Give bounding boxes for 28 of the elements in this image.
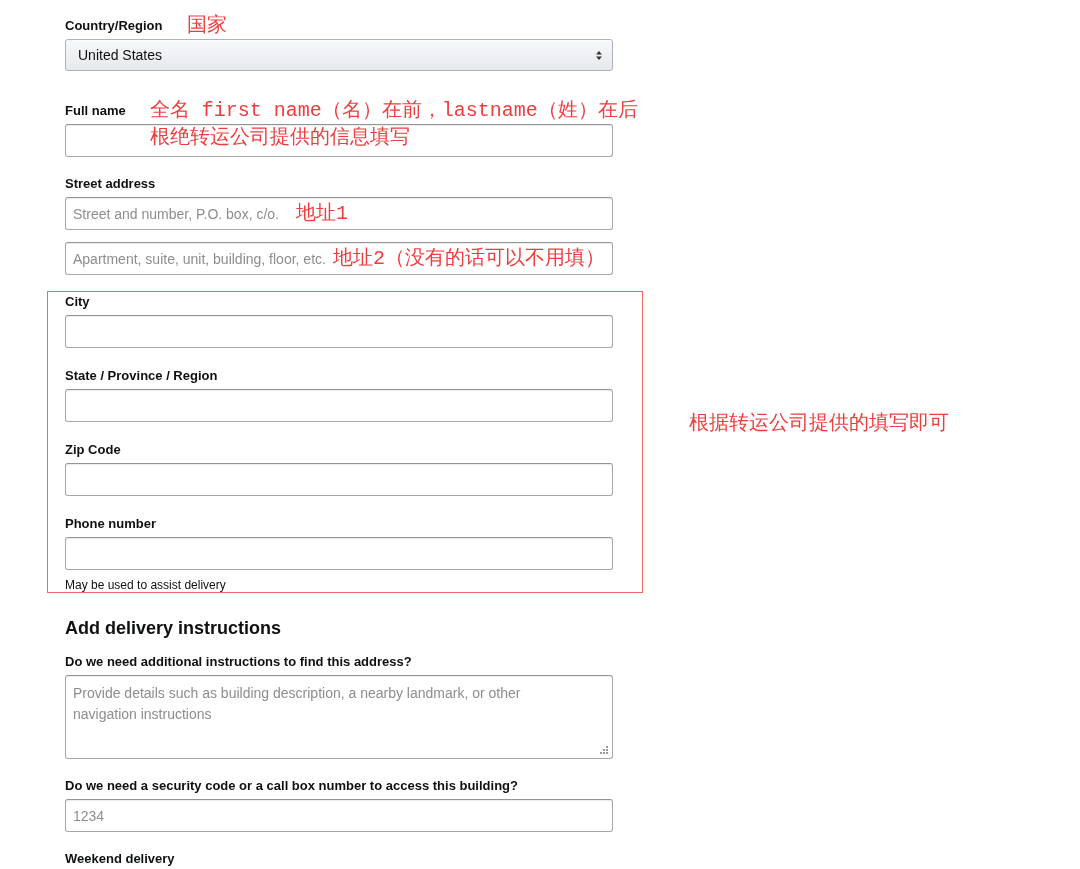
field-label: Full name xyxy=(65,102,126,120)
field-label: Do we need a security code or a call box number to access this building? xyxy=(65,777,518,795)
field-label: State / Province / Region xyxy=(65,367,218,385)
field-label: Phone number xyxy=(65,515,156,533)
text-input[interactable]: 1234 xyxy=(65,799,613,832)
annotation-text: 根据转运公司提供的填写即可 xyxy=(689,410,949,437)
textarea-field[interactable]: Provide details such as building description, a nearby landmark, or other navigation instructions xyxy=(65,675,613,759)
section-heading: Add delivery instructions xyxy=(65,617,282,640)
field-label: Country/Region xyxy=(65,17,163,35)
text-input[interactable] xyxy=(65,315,613,348)
field-label: Do we need additional instructions to find this address? xyxy=(65,653,412,671)
annotation-text: 地址2（没有的话可以不用填） xyxy=(333,246,605,272)
text-input[interactable] xyxy=(65,537,613,570)
field-label: Street address xyxy=(65,175,156,193)
annotation-text: 国家 xyxy=(186,13,227,39)
text-input[interactable] xyxy=(65,124,613,157)
annotation-text: 全名 first name（名）在前，lastname（姓）在后 xyxy=(149,98,638,124)
field-label: Zip Code xyxy=(65,441,121,459)
field-label: Weekend delivery xyxy=(65,850,175,868)
helper-text: May be used to assist delivery xyxy=(65,578,226,592)
text-input[interactable] xyxy=(65,389,613,422)
annotation-text: 地址1 xyxy=(296,201,348,227)
field-label: City xyxy=(65,293,90,311)
resize-grip-icon xyxy=(600,746,608,754)
annotation-text: 根绝转运公司提供的信息填写 xyxy=(149,125,410,151)
text-input[interactable] xyxy=(65,463,613,496)
up-down-arrows-icon xyxy=(596,50,602,60)
country-select[interactable]: United States xyxy=(65,39,613,71)
